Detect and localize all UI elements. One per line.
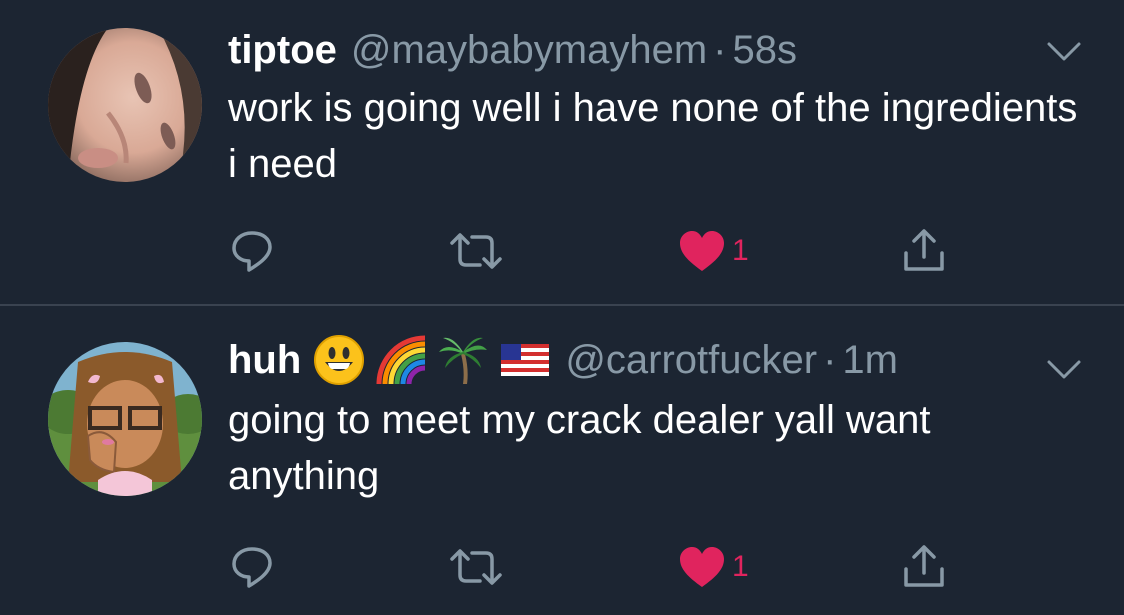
- chevron-down-icon[interactable]: [1046, 358, 1082, 382]
- share-icon: [904, 545, 944, 587]
- like-button[interactable]: 1: [678, 542, 749, 592]
- tweet-header: huh @carrotfucker · 1m: [228, 334, 898, 386]
- tweet-text: work is going well i have none of the in…: [228, 86, 1078, 186]
- tweet-header: tiptoe @maybabymayhem · 58s: [228, 26, 797, 74]
- tweet-text: going to meet my crack dealer yall want …: [228, 398, 931, 498]
- separator: ·: [823, 337, 837, 382]
- rainbow-emoji: [376, 335, 426, 385]
- like-count: 1: [732, 234, 749, 267]
- display-name[interactable]: tiptoe: [228, 28, 337, 73]
- handle[interactable]: @maybabymayhem: [351, 28, 707, 73]
- retweet-button[interactable]: [448, 226, 504, 276]
- separator: ·: [713, 27, 727, 72]
- avatar[interactable]: [48, 28, 202, 182]
- timestamp[interactable]: 1m: [842, 338, 898, 383]
- like-count: 1: [732, 550, 749, 583]
- avatar[interactable]: [48, 342, 202, 496]
- reply-icon: [232, 231, 272, 272]
- heart-icon: [680, 547, 724, 587]
- name-emojis: [313, 334, 551, 386]
- tweet[interactable]: tiptoe @maybabymayhem · 58s work is goin…: [0, 0, 1124, 305]
- timestamp[interactable]: 58s: [733, 28, 798, 73]
- smiley-face-emoji: [314, 335, 365, 385]
- reply-button[interactable]: [228, 226, 276, 276]
- display-name[interactable]: huh: [228, 338, 301, 383]
- us-flag-emoji: [501, 344, 550, 376]
- like-button[interactable]: 1: [678, 226, 749, 276]
- action-bar: 1: [228, 226, 988, 276]
- reply-button[interactable]: [228, 542, 276, 592]
- retweet-button[interactable]: [448, 542, 504, 592]
- tweet[interactable]: huh @carrotfucker · 1m going to meet my …: [0, 306, 1124, 615]
- action-bar: 1: [228, 542, 988, 592]
- share-icon: [904, 229, 944, 271]
- retweet-icon: [450, 233, 502, 269]
- retweet-icon: [450, 549, 502, 585]
- heart-icon: [680, 231, 724, 271]
- handle[interactable]: @carrotfucker: [565, 338, 817, 383]
- reply-icon: [232, 547, 272, 588]
- share-button[interactable]: [900, 542, 948, 592]
- share-button[interactable]: [900, 226, 948, 276]
- chevron-down-icon[interactable]: [1046, 40, 1082, 64]
- palm-tree-emoji: [439, 337, 488, 384]
